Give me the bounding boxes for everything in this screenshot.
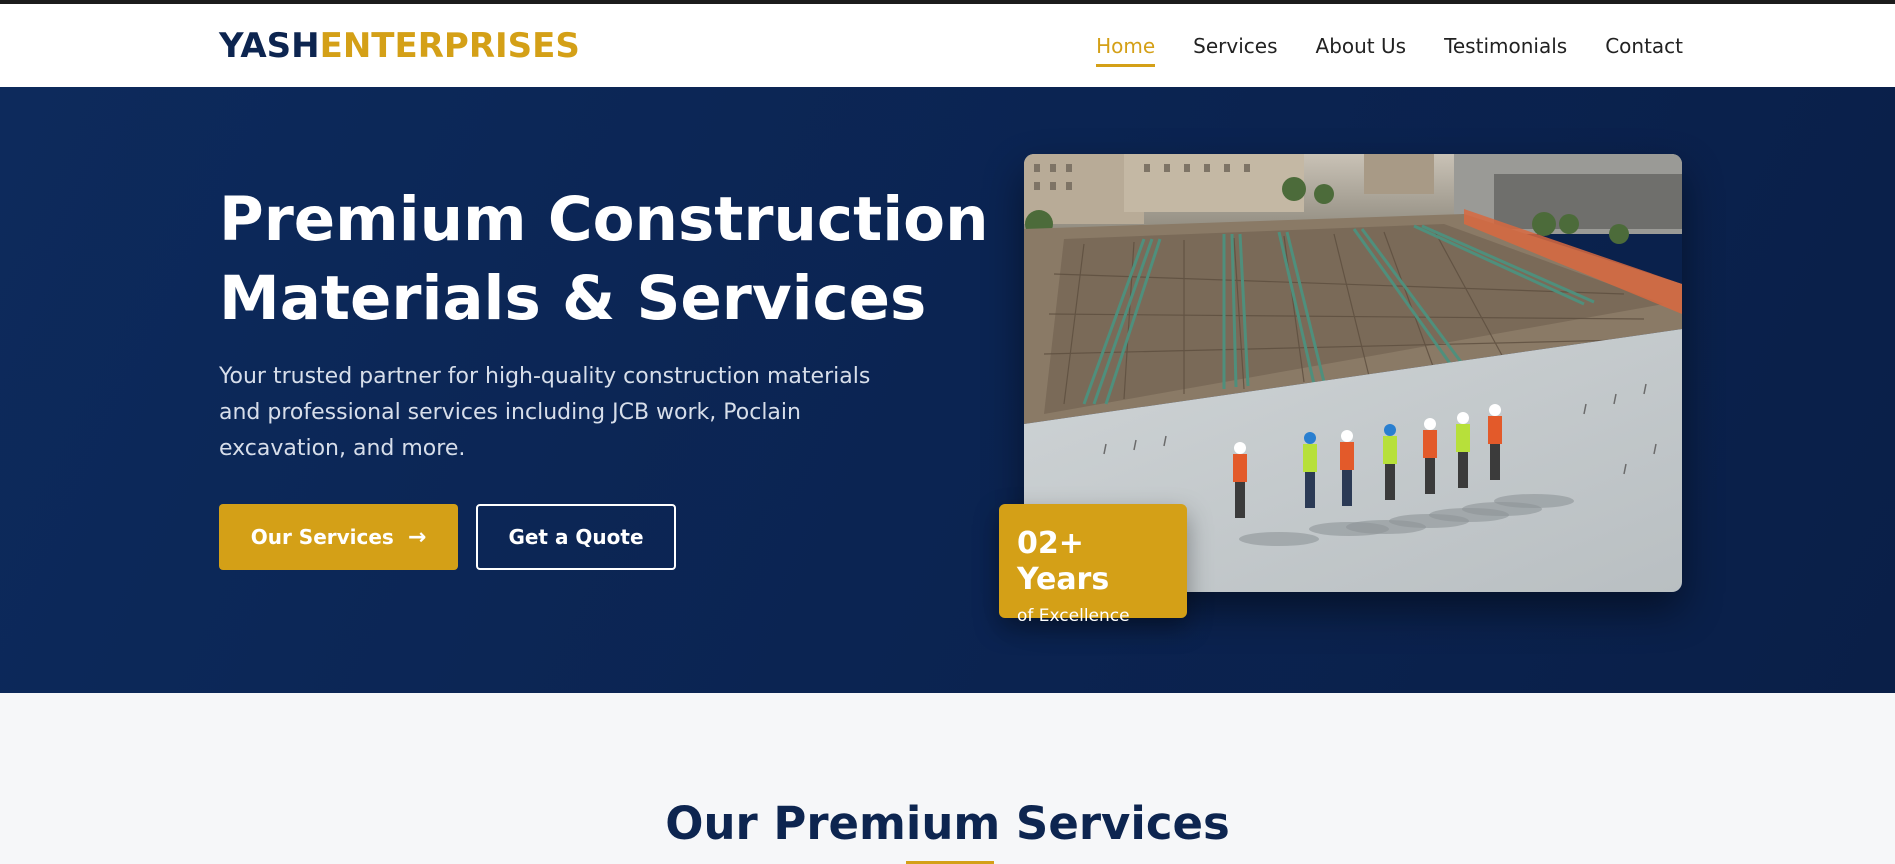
services-section: Our Premium Services: [0, 693, 1895, 864]
badge-subtitle: of Excellence: [1017, 606, 1130, 626]
nav-item-services[interactable]: Services: [1193, 28, 1277, 64]
get-a-quote-button-label: Get a Quote: [508, 525, 644, 549]
badge-title: 02+ Years: [1017, 526, 1110, 597]
section-title: Our Premium Services: [665, 797, 1230, 850]
brand-name-part1: YASH: [219, 25, 320, 66]
hero-description: Your trusted partner for high-quality co…: [219, 364, 871, 461]
our-services-button[interactable]: Our Services →: [219, 504, 458, 570]
arrow-right-icon: →: [407, 524, 427, 550]
nav-item-contact[interactable]: Contact: [1605, 28, 1683, 64]
nav-item-home[interactable]: Home: [1096, 28, 1156, 67]
nav-item-testimonials[interactable]: Testimonials: [1444, 28, 1567, 64]
our-services-button-label: Our Services: [250, 525, 394, 549]
brand-name-part2: ENTERPRISES: [319, 25, 580, 66]
brand-logo[interactable]: YASH ENTERPRISES: [219, 26, 580, 66]
hero-title-line2: Materials & Services: [219, 263, 927, 334]
experience-badge: 02+ Years of Excellence: [999, 504, 1187, 626]
get-a-quote-button[interactable]: Get a Quote: [476, 504, 676, 570]
hero-title-line1: Premium Construction: [219, 184, 989, 255]
hero-section: Premium Construction Materials & Service…: [0, 87, 1895, 693]
hero-title: Premium Construction Materials & Service…: [219, 180, 999, 338]
nav-item-about-us[interactable]: About Us: [1316, 28, 1407, 64]
navbar: YASH ENTERPRISES Home Services About Us T…: [0, 4, 1895, 87]
main-nav: Home Services About Us Testimonials Cont…: [1058, 28, 1683, 67]
